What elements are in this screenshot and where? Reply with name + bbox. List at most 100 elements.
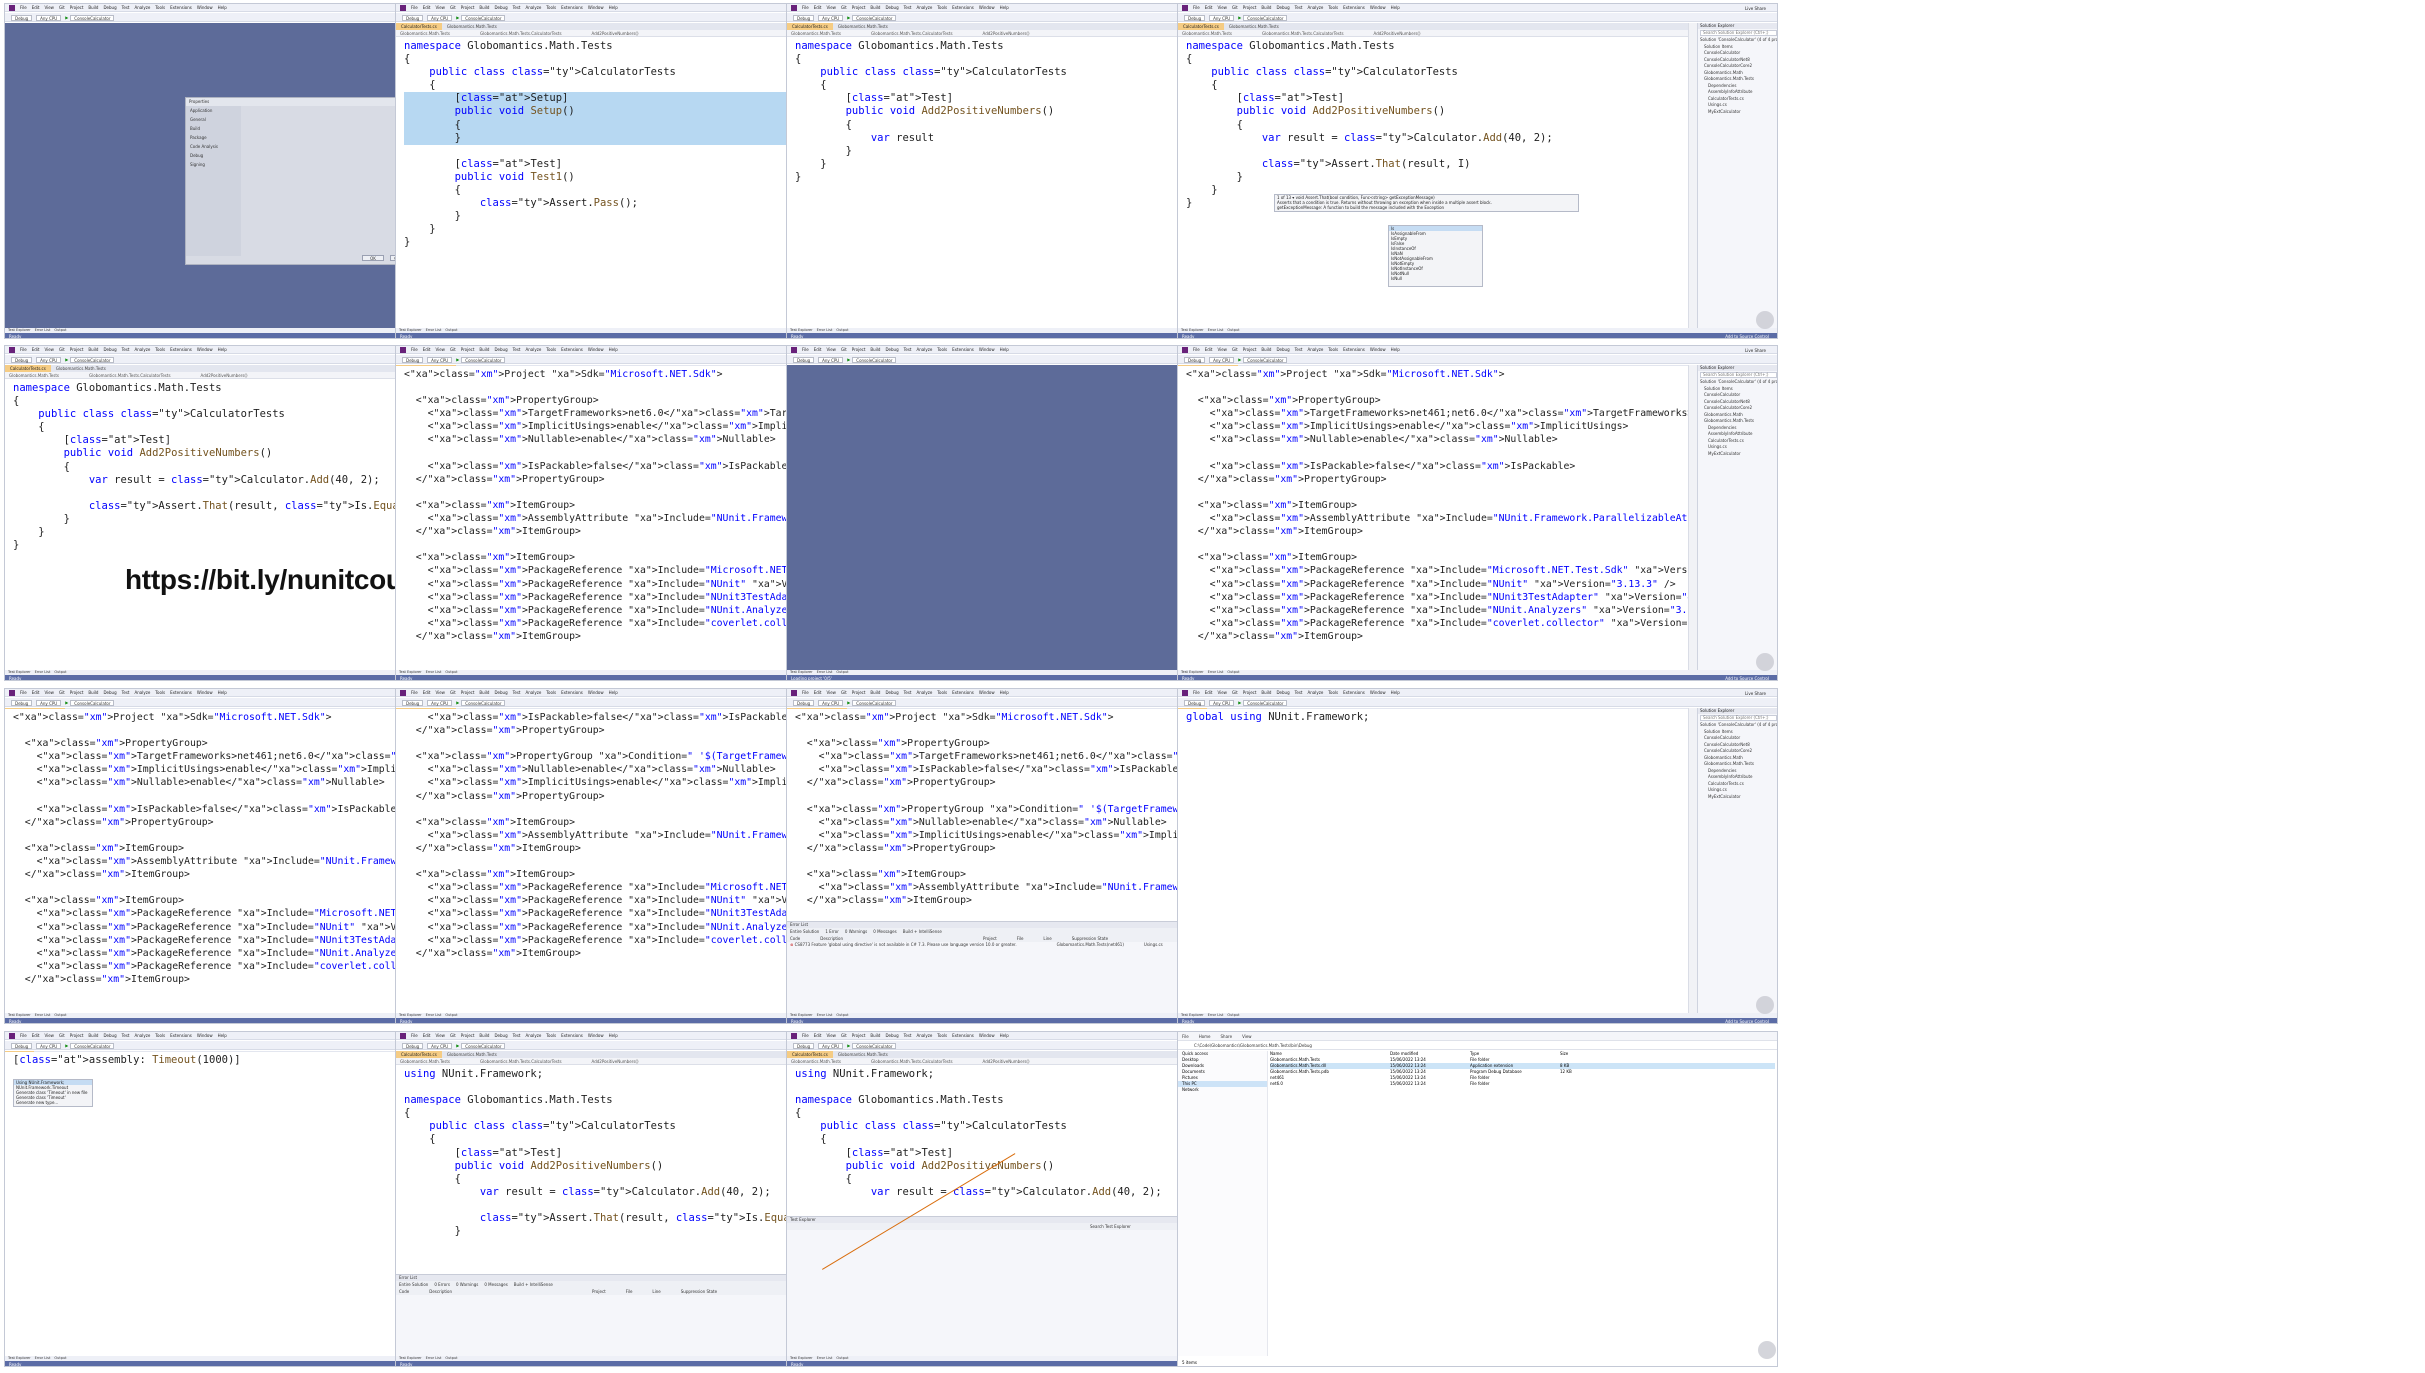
menu-item[interactable]: Test: [513, 5, 521, 10]
menu-item[interactable]: File: [20, 347, 27, 352]
menu-item[interactable]: Tools: [546, 5, 556, 10]
menu-item[interactable]: View: [1217, 347, 1227, 352]
nav-class[interactable]: Globomantics.Math.Tests.CalculatorTests: [1262, 31, 1344, 36]
menu-item[interactable]: Edit: [423, 1033, 431, 1038]
menu-item[interactable]: Build: [479, 690, 489, 695]
menu-item[interactable]: Help: [609, 690, 618, 695]
bottom-tab[interactable]: Output: [1227, 670, 1239, 674]
menu-item[interactable]: Test: [122, 1033, 130, 1038]
scrollbar-minimap[interactable]: [1688, 23, 1697, 328]
completion-item[interactable]: IsNull: [1389, 276, 1482, 281]
run-target-dropdown[interactable]: ConsoleCalculator: [852, 15, 897, 21]
menu-item[interactable]: Git: [59, 347, 65, 352]
doc-tab[interactable]: Globomantics.Math.Tests: [442, 23, 502, 30]
nav-project[interactable]: Globomantics.Math.Tests: [9, 373, 59, 378]
nav-member[interactable]: Add2PositiveNumbers(): [592, 31, 639, 36]
menu-item[interactable]: Tools: [155, 347, 165, 352]
menu-item[interactable]: Build: [1261, 5, 1271, 10]
menu-item[interactable]: Help: [609, 5, 618, 10]
menu-item[interactable]: Project: [461, 690, 475, 695]
menu-item[interactable]: Window: [588, 690, 604, 695]
menu-item[interactable]: Window: [588, 1033, 604, 1038]
platform-dropdown[interactable]: Any CPU: [36, 357, 62, 363]
run-icon[interactable]: ▶: [847, 1041, 850, 1049]
menu-item[interactable]: Analyze: [917, 690, 933, 695]
menu-item[interactable]: View: [435, 690, 445, 695]
code-editor[interactable]: global using NUnit.Framework;: [1178, 709, 1688, 1013]
menu-item[interactable]: View: [826, 1033, 836, 1038]
column-header[interactable]: File: [1017, 936, 1024, 941]
column-header[interactable]: Project: [983, 936, 997, 941]
live-share-button[interactable]: Live Share: [1745, 346, 1766, 353]
menu-item[interactable]: Tools: [937, 347, 947, 352]
platform-dropdown[interactable]: Any CPU: [427, 1043, 453, 1049]
platform-dropdown[interactable]: Any CPU: [818, 357, 844, 363]
dialog-nav-item[interactable]: Build: [186, 124, 241, 133]
menu-item[interactable]: View: [435, 5, 445, 10]
bottom-tab[interactable]: Test Explorer: [790, 670, 813, 674]
doc-tab[interactable]: Globomantics.Math.Tests: [833, 23, 893, 30]
menu-item[interactable]: Help: [1000, 690, 1009, 695]
menu-item[interactable]: Debug: [103, 347, 116, 352]
nav-class[interactable]: Globomantics.Math.Tests.CalculatorTests: [89, 373, 171, 378]
run-target-dropdown[interactable]: ConsoleCalculator: [852, 700, 897, 706]
doc-tab[interactable]: CalculatorTests.cs: [396, 1051, 442, 1058]
menu-item[interactable]: Project: [1243, 347, 1257, 352]
doc-tab[interactable]: CalculatorTests.cs: [5, 365, 51, 372]
menu-item[interactable]: Edit: [1205, 5, 1213, 10]
menu-item[interactable]: Project: [461, 5, 475, 10]
menu-item[interactable]: Build: [88, 347, 98, 352]
column-header[interactable]: Code: [790, 936, 800, 941]
menu-item[interactable]: File: [802, 690, 809, 695]
code-editor[interactable]: <"xa">class="xm">Project "xa">Sdk="Micro…: [1178, 366, 1688, 670]
menu-item[interactable]: Extensions: [1343, 347, 1365, 352]
bottom-tab[interactable]: Output: [445, 328, 457, 332]
doc-tab[interactable]: CalculatorTests.cs: [787, 1051, 833, 1058]
menu-item[interactable]: Git: [1232, 347, 1238, 352]
test-search-input[interactable]: Search Test Explorer: [1090, 1224, 1131, 1229]
bottom-tab[interactable]: Output: [54, 670, 66, 674]
menu-item[interactable]: Git: [59, 1033, 65, 1038]
menu-item[interactable]: Window: [197, 690, 213, 695]
run-target-dropdown[interactable]: ConsoleCalculator: [70, 357, 115, 363]
doc-tab[interactable]: CalculatorTests.cs: [1178, 23, 1224, 30]
nav-member[interactable]: Add2PositiveNumbers(): [983, 31, 1030, 36]
run-icon[interactable]: ▶: [1238, 355, 1241, 363]
run-icon[interactable]: ▶: [456, 13, 459, 21]
menu-item[interactable]: Debug: [103, 690, 116, 695]
nav-member[interactable]: Add2PositiveNumbers(): [592, 1059, 639, 1064]
dialog-nav-item[interactable]: Code Analysis: [186, 142, 241, 151]
menu-item[interactable]: Git: [59, 690, 65, 695]
nav-class[interactable]: Globomantics.Math.Tests.CalculatorTests: [480, 31, 562, 36]
config-dropdown[interactable]: Debug: [11, 357, 33, 363]
menu-item[interactable]: Edit: [32, 5, 40, 10]
menu-item[interactable]: Build: [870, 690, 880, 695]
menu-item[interactable]: Build: [1261, 347, 1271, 352]
menu-item[interactable]: Analyze: [526, 690, 542, 695]
doc-tab[interactable]: CalculatorTests.cs: [396, 23, 442, 30]
menu-item[interactable]: Help: [1000, 5, 1009, 10]
bottom-tab[interactable]: Output: [836, 670, 848, 674]
menu-item[interactable]: Analyze: [526, 347, 542, 352]
menu-item[interactable]: Project: [1243, 5, 1257, 10]
menu-item[interactable]: Project: [1243, 690, 1257, 695]
menu-item[interactable]: Project: [70, 690, 84, 695]
menu-item[interactable]: Extensions: [952, 690, 974, 695]
menu-item[interactable]: Help: [609, 1033, 618, 1038]
menu-item[interactable]: Build: [479, 347, 489, 352]
solution-search-input[interactable]: Search Solution Explorer (Ctrl+;): [1700, 30, 1777, 36]
solution-tree-item[interactable]: MyExtCalculator: [1698, 451, 1777, 458]
menu-item[interactable]: Window: [588, 347, 604, 352]
menu-item[interactable]: Tools: [546, 1033, 556, 1038]
quick-action-item[interactable]: Generate new type...: [14, 1100, 92, 1105]
menu-item[interactable]: Project: [852, 5, 866, 10]
menu-item[interactable]: Build: [88, 5, 98, 10]
build-filter-dropdown[interactable]: Build + IntelliSense: [514, 1282, 553, 1287]
bottom-tab[interactable]: Error List: [817, 328, 833, 332]
solution-tree-item[interactable]: MyExtCalculator: [1698, 794, 1777, 801]
run-icon[interactable]: ▶: [65, 1041, 68, 1049]
config-dropdown[interactable]: Debug: [793, 357, 815, 363]
menu-item[interactable]: View: [44, 690, 54, 695]
platform-dropdown[interactable]: Any CPU: [36, 1043, 62, 1049]
menu-item[interactable]: Project: [70, 1033, 84, 1038]
